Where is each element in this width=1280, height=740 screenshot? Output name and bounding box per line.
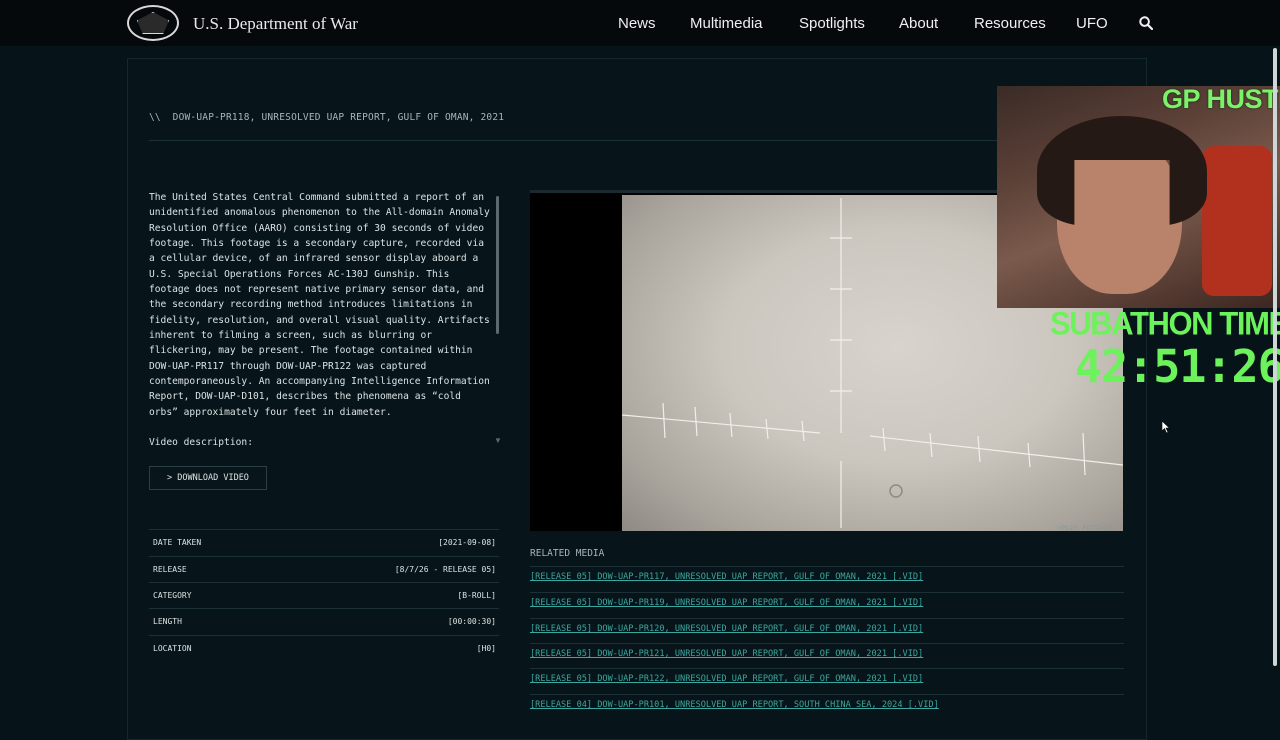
related-media-item[interactable]: [RELEASE 05] DOW-UAP-PR121, UNRESOLVED U… [530,643,1124,669]
department-seal-logo[interactable] [127,5,179,41]
related-media-link[interactable]: [RELEASE 05] DOW-UAP-PR117, UNRESOLVED U… [530,572,923,582]
meta-value: [00:00:30] [447,617,496,626]
chevron-down-icon[interactable]: ▼ [494,436,502,445]
meta-row-location: LOCATION [H0] [149,635,499,662]
cursor-icon [1162,421,1170,433]
meta-key: RELEASE [153,565,187,574]
meta-row-release: RELEASE [8/7/26 - RELEASE 05] [149,556,499,583]
meta-key: CATEGORY [153,591,192,600]
nav-item-about[interactable]: About [899,15,938,32]
subathon-timer-value: 42:51:26 [1075,340,1280,393]
meta-value: [H0] [476,644,496,653]
related-media-link[interactable]: [RELEASE 05] DOW-UAP-PR119, UNRESOLVED U… [530,598,923,608]
meta-value: [2021-09-08] [438,538,496,547]
nav-item-multimedia[interactable]: Multimedia [690,15,763,32]
description-scrollbar[interactable] [496,196,499,334]
record-description: The United States Central Command submit… [149,192,490,418]
related-media-link[interactable]: [RELEASE 05] DOW-UAP-PR122, UNRESOLVED U… [530,674,923,684]
gaming-chair [1202,146,1272,296]
meta-row-category: CATEGORY [B-ROLL] [149,582,499,609]
brand-name[interactable]: U.S. Department of War [193,14,358,34]
related-media-item[interactable]: [RELEASE 05] DOW-UAP-PR120, UNRESOLVED U… [530,618,1124,644]
related-media-title: RELATED MEDIA [530,548,605,559]
webcam-overlay [997,86,1280,308]
top-nav: U.S. Department of War News Multimedia S… [0,0,1280,46]
meta-key: LENGTH [153,617,182,626]
divider [149,140,1124,141]
related-media-item[interactable]: [RELEASE 05] DOW-UAP-PR117, UNRESOLVED U… [530,566,1124,592]
related-media-link[interactable]: [RELEASE 05] DOW-UAP-PR121, UNRESOLVED U… [530,649,923,659]
meta-key: LOCATION [153,644,192,653]
related-media-link[interactable]: [RELEASE 04] DOW-UAP-PR101, UNRESOLVED U… [530,700,939,710]
nav-item-resources[interactable]: Resources [974,15,1046,32]
streamer-name: GP HUSTLA [1162,84,1280,114]
page-scrollbar[interactable] [1273,48,1277,666]
related-media-item[interactable]: [RELEASE 05] DOW-UAP-PR122, UNRESOLVED U… [530,668,1124,694]
meta-row-length: LENGTH [00:00:30] [149,608,499,635]
related-media-link[interactable]: [RELEASE 05] DOW-UAP-PR120, UNRESOLVED U… [530,624,923,634]
meta-key: DATE TAKEN [153,538,202,547]
nav-item-news[interactable]: News [618,15,656,32]
meta-value: [B-ROLL] [457,591,496,600]
subathon-timer-label: SUBATHON TIMER [1050,305,1280,342]
download-video-button[interactable]: > DOWNLOAD VIDEO [149,466,267,490]
record-identifier: \\ DOW-UAP-PR118, UNRESOLVED UAP REPORT,… [149,112,505,123]
play-footage-button[interactable]: >PLAY FOOTAGE [1057,524,1112,532]
related-media-item[interactable]: [RELEASE 04] DOW-UAP-PR101, UNRESOLVED U… [530,694,1124,720]
search-icon[interactable] [1139,16,1153,30]
nav-item-ufo[interactable]: UFO [1076,15,1108,32]
video-description-label: Video description: [149,437,253,448]
brand-name-text: U.S. Department of War [193,14,358,33]
nav-item-spotlights[interactable]: Spotlights [799,15,865,32]
meta-value: [8/7/26 - RELEASE 05] [394,565,496,574]
meta-row-date: DATE TAKEN [2021-09-08] [149,529,499,556]
related-media-item[interactable]: [RELEASE 05] DOW-UAP-PR119, UNRESOLVED U… [530,592,1124,618]
